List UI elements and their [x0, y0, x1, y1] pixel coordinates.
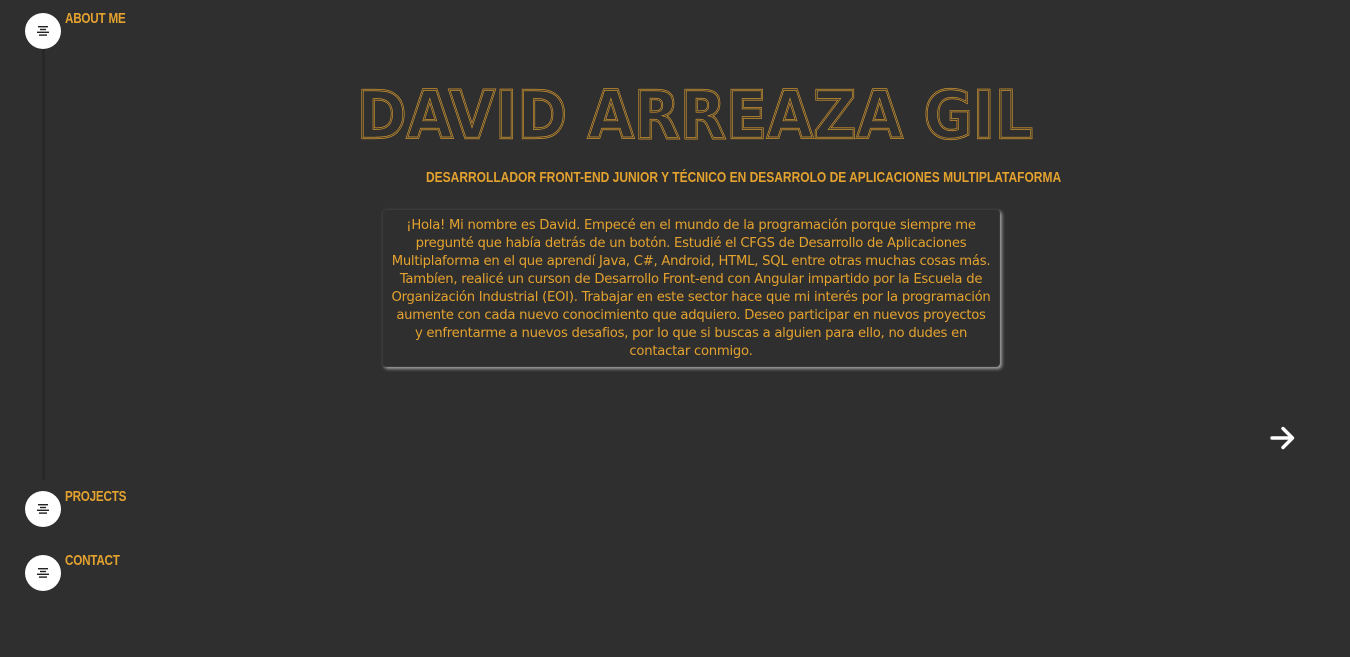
align-center-icon[interactable] — [25, 491, 61, 527]
nav-label-about-me[interactable]: ABOUT ME — [65, 10, 126, 27]
timeline-line — [42, 40, 45, 480]
align-center-icon[interactable] — [25, 555, 61, 591]
bio-text: ¡Hola! Mi nombre es David. Empecé en el … — [391, 218, 991, 359]
hero-subtitle: DESARROLLADOR FRONT-END JUNIOR Y TÉCNICO… — [426, 169, 1062, 186]
nav-label-contact[interactable]: CONTACT — [65, 552, 120, 569]
arrow-right-icon[interactable] — [1269, 424, 1297, 452]
align-center-icon[interactable] — [25, 13, 61, 49]
nav-item-contact[interactable]: CONTACT — [25, 552, 135, 591]
nav-item-projects[interactable]: PROJECTS — [25, 488, 143, 527]
nav-label-projects[interactable]: PROJECTS — [65, 488, 126, 505]
hero-name-inner-line: DAVID ARREAZA GIL — [357, 78, 1033, 148]
bio-card: ¡Hola! Mi nombre es David. Empecé en el … — [382, 209, 1000, 367]
nav-item-about-me[interactable]: ABOUT ME — [25, 10, 143, 49]
hero-name-heading: DAVID ARREAZA GIL DAVID ARREAZA GIL — [350, 78, 1040, 148]
